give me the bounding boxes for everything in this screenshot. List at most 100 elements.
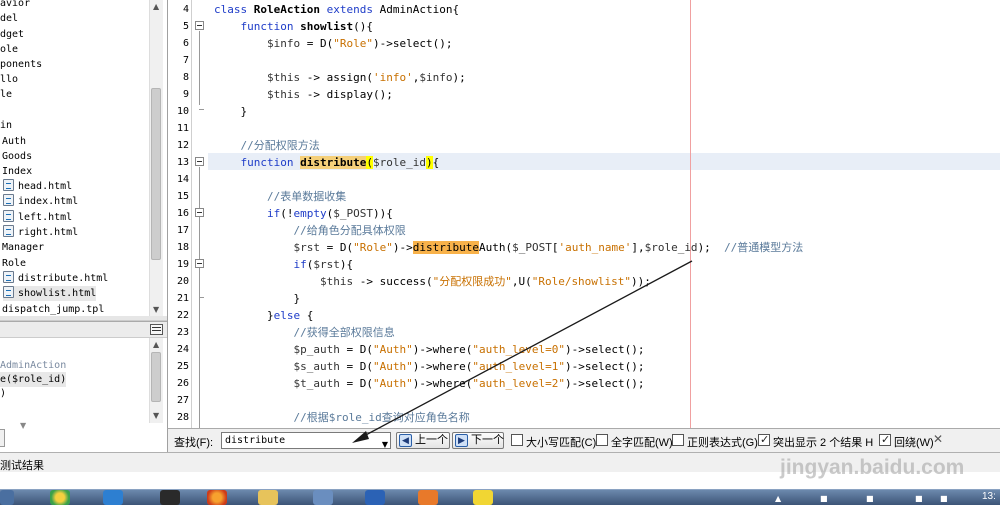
navigator-item[interactable]: ) bbox=[0, 386, 6, 401]
code-line[interactable]: $s_auth = D("Auth")->where("auth_level=1… bbox=[214, 358, 644, 375]
code-line[interactable]: //给角色分配具体权限 bbox=[214, 222, 405, 239]
line-number: 19 bbox=[176, 259, 189, 270]
whole-word-label: 全字匹配(W) bbox=[611, 437, 673, 449]
netbeans-cube-icon[interactable] bbox=[313, 490, 333, 505]
watermark: jingyan.baidu.com bbox=[780, 456, 965, 479]
code-line[interactable]: //分配权限方法 bbox=[214, 137, 320, 154]
code-line[interactable]: } bbox=[214, 290, 300, 307]
app-dark-icon[interactable] bbox=[160, 490, 180, 505]
tree-folder-item[interactable]: Goods bbox=[2, 149, 32, 164]
tree-item-label: head.html bbox=[18, 181, 73, 192]
wrap-around-checkbox[interactable] bbox=[879, 433, 891, 446]
code-line[interactable]: if(!empty($_POST)){ bbox=[214, 205, 393, 222]
tree-folder-item[interactable]: avior bbox=[0, 0, 30, 11]
tree-folder-item[interactable]: dispatch_jump.tpl bbox=[2, 302, 104, 316]
tree-folder-item[interactable]: Role bbox=[2, 256, 26, 271]
line-number: 27 bbox=[176, 395, 189, 406]
code-line[interactable]: $info = D("Role")->select(); bbox=[214, 35, 452, 52]
navigator-method[interactable]: e($role_id) bbox=[0, 372, 67, 387]
navigator-scroll-thumb[interactable] bbox=[151, 352, 161, 402]
nav-hscroll-down-icon[interactable]: ▼ bbox=[20, 421, 26, 430]
tree-scroll-thumb[interactable] bbox=[151, 88, 161, 260]
nav-scroll-up-icon[interactable]: ▲ bbox=[153, 340, 159, 349]
firefox-icon[interactable] bbox=[207, 490, 227, 505]
app-orange-icon[interactable] bbox=[418, 490, 438, 505]
nav-scroll-down-icon[interactable]: ▼ bbox=[153, 411, 159, 420]
code-line[interactable]: function showlist(){ bbox=[214, 18, 373, 35]
html-file-icon bbox=[3, 286, 14, 298]
fold-toggle-icon[interactable] bbox=[195, 259, 204, 268]
fold-toggle-icon[interactable] bbox=[195, 208, 204, 217]
app-u-icon[interactable] bbox=[365, 490, 385, 505]
fold-toggle-icon[interactable] bbox=[195, 157, 204, 166]
test-results-tab[interactable]: 测试结果 bbox=[0, 457, 44, 473]
code-line[interactable]: }else { bbox=[214, 307, 313, 324]
tree-file-item[interactable]: index.html bbox=[3, 194, 78, 209]
tree-folder-item[interactable]: ole bbox=[0, 42, 18, 57]
navigator-class[interactable]: AdminAction bbox=[0, 358, 66, 373]
explorer-folder-icon[interactable] bbox=[258, 490, 278, 505]
tree-file-item[interactable]: right.html bbox=[3, 225, 78, 240]
tree-folder-item[interactable]: del bbox=[0, 11, 18, 26]
tree-folder-item[interactable]: dget bbox=[0, 27, 24, 42]
line-number: 28 bbox=[176, 412, 189, 423]
find-next-button[interactable]: 下一个 bbox=[452, 432, 504, 449]
tray-icon[interactable]: ■ bbox=[940, 494, 948, 503]
tree-folder-item[interactable]: ponents bbox=[0, 57, 42, 72]
tree-folder-item[interactable]: le bbox=[0, 87, 12, 102]
help-icon[interactable] bbox=[473, 490, 493, 505]
tree-folder-item[interactable]: llo bbox=[0, 72, 18, 87]
code-line[interactable]: class RoleAction extends AdminAction{ bbox=[214, 1, 459, 18]
chevron-down-icon[interactable]: ▼ bbox=[382, 437, 388, 452]
line-number: 24 bbox=[176, 344, 189, 355]
find-previous-label: 上一个 bbox=[415, 434, 448, 446]
regex-checkbox[interactable] bbox=[672, 434, 684, 446]
html-file-icon bbox=[3, 225, 14, 237]
code-line[interactable]: if($rst){ bbox=[214, 256, 353, 273]
code-line[interactable]: $this -> display(); bbox=[214, 86, 393, 103]
highlight-results-checkbox[interactable] bbox=[758, 433, 770, 446]
code-line[interactable]: //表单数据收集 bbox=[214, 188, 346, 205]
scroll-down-icon[interactable]: ▼ bbox=[153, 305, 159, 314]
tree-file-item[interactable]: head.html bbox=[3, 179, 72, 194]
tray-arrow-icon[interactable]: ▲ bbox=[775, 494, 781, 503]
code-line[interactable]: function distribute($role_id){ bbox=[214, 154, 439, 171]
html-file-icon bbox=[3, 179, 14, 191]
app-green-icon[interactable] bbox=[50, 490, 70, 505]
navigator-menu-icon[interactable] bbox=[150, 324, 163, 335]
code-line[interactable]: $t_auth = D("Auth")->where("auth_level=2… bbox=[214, 375, 644, 392]
code-line[interactable]: //获得全部权限信息 bbox=[214, 324, 394, 341]
tree-file-item[interactable]: left.html bbox=[3, 210, 72, 225]
tree-folder-item[interactable]: Index bbox=[2, 164, 32, 179]
tree-item-label: index.html bbox=[18, 196, 79, 207]
tray-icon[interactable]: ■ bbox=[820, 494, 828, 503]
tree-folder-item[interactable]: Manager bbox=[2, 240, 44, 255]
code-line[interactable]: $p_auth = D("Auth")->where("auth_level=0… bbox=[214, 341, 644, 358]
line-number: 10 bbox=[176, 106, 189, 117]
app-blue-icon[interactable] bbox=[103, 490, 123, 505]
find-previous-button[interactable]: 上一个 bbox=[396, 432, 450, 449]
code-line[interactable]: //根据$role_id查询对应角色名称 bbox=[214, 409, 469, 426]
code-line[interactable]: $this -> success("分配权限成功",U("Role/showli… bbox=[214, 273, 651, 290]
start-button-icon[interactable] bbox=[0, 490, 14, 505]
code-line[interactable]: $this -> assign('info',$info); bbox=[214, 69, 466, 86]
tree-file-item[interactable]: showlist.html bbox=[3, 286, 97, 301]
fold-toggle-icon[interactable] bbox=[195, 21, 204, 30]
clock[interactable]: 13: bbox=[982, 491, 996, 502]
scroll-up-icon[interactable]: ▲ bbox=[153, 2, 159, 11]
line-number: 26 bbox=[176, 378, 189, 389]
code-line[interactable]: } bbox=[214, 103, 247, 120]
close-icon[interactable]: ✕ bbox=[933, 432, 943, 446]
code-line[interactable]: $rst = D("Role")->distributeAuth($_POST[… bbox=[214, 239, 803, 256]
html-file-icon bbox=[3, 210, 14, 222]
tree-folder-item[interactable]: in bbox=[0, 118, 12, 133]
line-number: 5 bbox=[182, 21, 189, 32]
tree-file-item[interactable]: distribute.html bbox=[3, 271, 108, 286]
tray-icon[interactable]: ■ bbox=[866, 494, 874, 503]
tree-folder-item[interactable]: Auth bbox=[2, 134, 26, 149]
find-input[interactable]: distribute ▼ bbox=[221, 432, 391, 449]
tray-icon[interactable]: ■ bbox=[915, 494, 923, 503]
match-case-checkbox[interactable] bbox=[511, 434, 523, 446]
whole-word-checkbox[interactable] bbox=[596, 434, 608, 446]
left-panel-button[interactable] bbox=[0, 429, 5, 447]
